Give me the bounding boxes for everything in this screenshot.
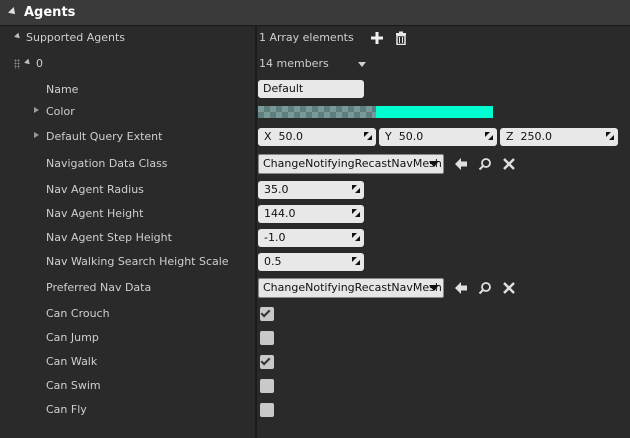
preferred-nav-value: ChangeNotifyingRecastNavMesh [263,281,442,294]
arrow-left-icon[interactable] [454,157,468,171]
radius-field[interactable]: 35.0 [258,181,364,199]
can-jump-label: Can Jump [46,331,99,344]
color-label: Color [46,105,75,118]
name-label: Name [46,83,79,96]
query-extent-label: Default Query Extent [46,130,163,143]
color-swatch[interactable] [258,106,493,118]
resize-arrows-icon [352,233,360,241]
can-jump-row: Can Jump [0,326,630,350]
magnifier-icon[interactable] [478,157,492,171]
height-label: Nav Agent Height [46,207,144,220]
close-icon[interactable] [502,281,516,295]
can-crouch-checkbox[interactable] [260,307,274,321]
step-height-value: -1.0 [264,231,286,244]
array-index-label: 0 [36,57,43,70]
step-height-field[interactable]: -1.0 [258,229,364,247]
drag-handle-icon[interactable] [14,59,20,69]
walking-scale-row: Nav Walking Search Height Scale 0.5 [0,250,630,274]
walking-scale-field[interactable]: 0.5 [258,253,364,271]
can-walk-row: Can Walk [0,350,630,374]
walking-scale-label: Nav Walking Search Height Scale [46,255,229,268]
x-label: X [264,130,272,143]
extent-y-field[interactable]: Y 50.0 [379,128,497,146]
checkmark-icon [260,307,271,318]
supported-agents-label: Supported Agents [26,31,126,44]
can-crouch-row: Can Crouch [0,302,630,326]
query-extent-row: Default Query Extent X 50.0 Y 50.0 Z 250… [0,125,630,149]
y-value: 50.0 [398,130,424,143]
array-count-text: 1 Array elements [259,31,354,44]
chevron-down-icon[interactable] [358,62,366,67]
step-height-row: Nav Agent Step Height -1.0 [0,226,630,250]
radius-row: Nav Agent Radius 35.0 [0,178,630,202]
resize-arrows-icon [352,257,360,265]
nav-data-class-label: Navigation Data Class [46,157,168,170]
resize-arrows-icon [352,209,360,217]
can-fly-checkbox[interactable] [260,403,274,417]
trash-icon[interactable] [394,31,408,45]
radius-value: 35.0 [264,183,289,196]
can-walk-checkbox[interactable] [260,355,274,369]
resize-arrows-icon [485,132,493,140]
nav-data-class-value: ChangeNotifyingRecastNavMesh [263,157,442,170]
section-header[interactable]: Agents [0,0,630,26]
alpha-preview [258,106,376,118]
collapse-triangle-icon[interactable] [8,7,18,17]
chevron-down-icon [429,161,439,167]
nav-data-class-row: Navigation Data Class ChangeNotifyingRec… [0,152,630,176]
preferred-nav-row: Preferred Nav Data ChangeNotifyingRecast… [0,276,630,300]
walking-scale-value: 0.5 [264,255,282,268]
height-value: 144.0 [264,207,296,220]
can-jump-checkbox[interactable] [260,331,274,345]
color-preview [376,106,493,118]
nav-data-class-dropdown[interactable]: ChangeNotifyingRecastNavMesh [258,154,444,174]
expand-triangle-icon[interactable] [14,32,22,41]
checkmark-icon [260,355,271,366]
close-icon[interactable] [502,157,516,171]
chevron-down-icon [429,285,439,291]
preferred-nav-label: Preferred Nav Data [46,281,152,294]
magnifier-icon[interactable] [478,281,492,295]
y-label: Y [385,130,392,143]
resize-arrows-icon [364,132,372,140]
z-value: 250.0 [520,130,553,143]
collapsed-triangle-icon[interactable] [34,107,39,113]
resize-arrows-icon [352,185,360,193]
x-value: 50.0 [278,130,304,143]
array-element-row: 0 14 members [0,52,630,76]
plus-icon[interactable] [370,31,384,45]
can-crouch-label: Can Crouch [46,307,110,320]
preferred-nav-dropdown[interactable]: ChangeNotifyingRecastNavMesh [258,278,444,298]
can-walk-label: Can Walk [46,355,98,368]
members-dropdown-label[interactable]: 14 members [259,57,329,70]
can-swim-checkbox[interactable] [260,379,274,393]
height-row: Nav Agent Height 144.0 [0,202,630,226]
height-field[interactable]: 144.0 [258,205,364,223]
z-label: Z [506,130,514,143]
radius-label: Nav Agent Radius [46,183,144,196]
can-fly-row: Can Fly [0,398,630,422]
resize-arrows-icon [606,132,614,140]
collapsed-triangle-icon[interactable] [34,132,39,138]
section-title: Agents [24,5,76,20]
can-swim-row: Can Swim [0,374,630,398]
name-row: Name Default [0,76,630,100]
name-field[interactable]: Default [258,80,364,98]
expand-triangle-icon[interactable] [24,58,32,67]
can-fly-label: Can Fly [46,403,87,416]
extent-x-field[interactable]: X 50.0 [258,128,376,146]
extent-z-field[interactable]: Z 250.0 [500,128,618,146]
supported-agents-row: Supported Agents 1 Array elements [0,26,630,50]
arrow-left-icon[interactable] [454,281,468,295]
step-height-label: Nav Agent Step Height [46,231,172,244]
can-swim-label: Can Swim [46,379,101,392]
